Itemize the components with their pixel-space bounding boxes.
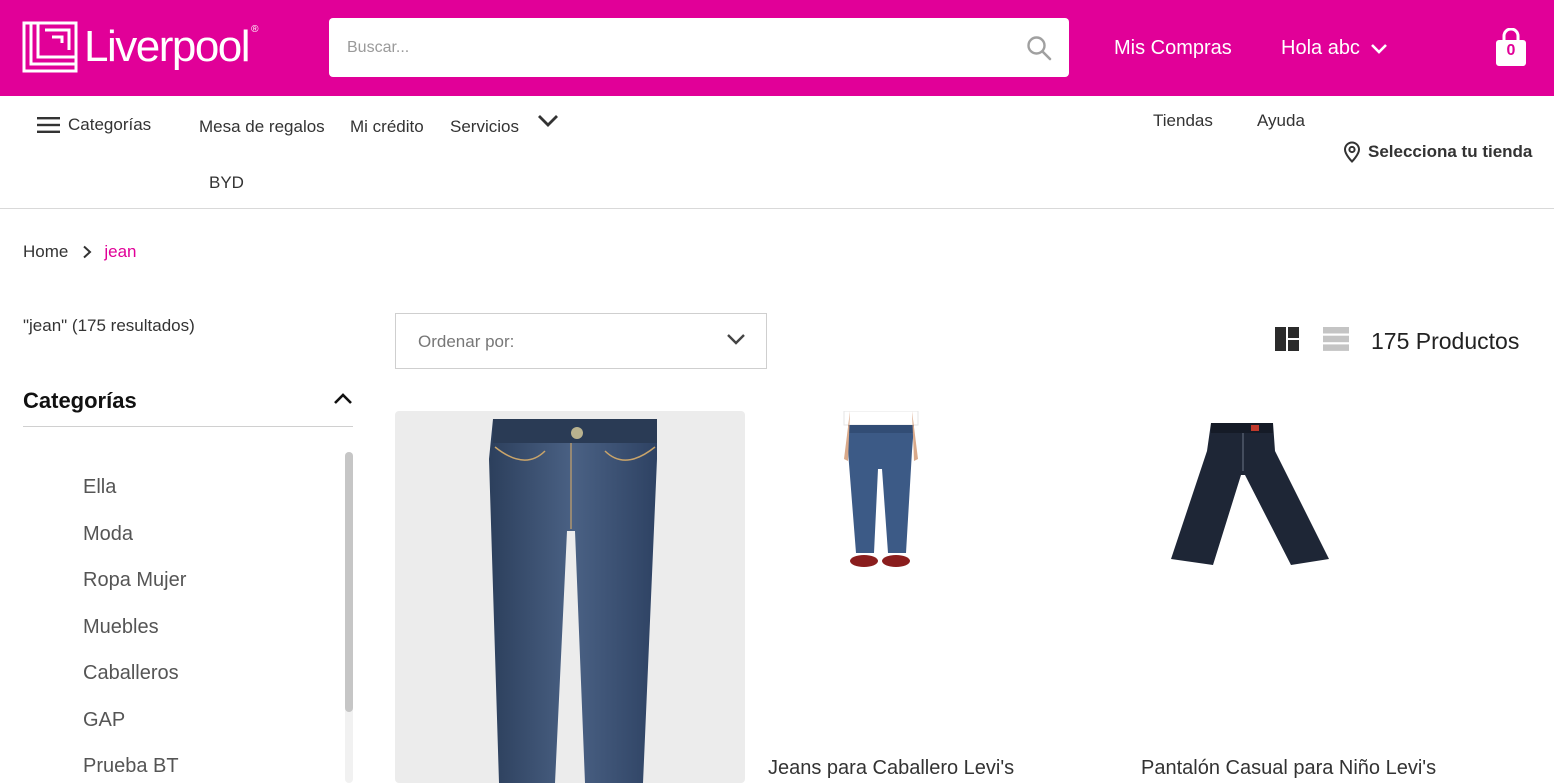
products-count-label: Productos: [1415, 328, 1520, 354]
account-menu[interactable]: Hola abc: [1281, 37, 1388, 60]
sort-dropdown[interactable]: Ordenar por:: [395, 313, 767, 369]
chevron-right-icon: [82, 245, 92, 259]
product-image[interactable]: [1141, 411, 1491, 783]
categories-menu-label: Categorías: [68, 115, 152, 134]
mis-compras-link[interactable]: Mis Compras: [1114, 37, 1232, 60]
breadcrumb-current: jean: [104, 242, 137, 261]
categories-filter-header[interactable]: Categorías: [23, 386, 353, 427]
liverpool-logo[interactable]: Liverpool ®: [22, 18, 258, 76]
category-item-caballeros[interactable]: Caballeros: [83, 661, 186, 708]
chevron-down-icon[interactable]: [536, 113, 560, 129]
top-header: Liverpool ® Mis Compras Hola abc 0: [0, 0, 1554, 96]
ayuda-link[interactable]: Ayuda: [1257, 111, 1305, 131]
product-card[interactable]: Jeans para Caballero Levi's: [768, 410, 1118, 783]
store-selector-label: Selecciona tu tienda: [1368, 142, 1533, 161]
product-card[interactable]: [395, 411, 745, 783]
categories-filter-title: Categorías: [23, 388, 137, 413]
products-count: 175 Productos: [1371, 328, 1519, 355]
store-selector[interactable]: Selecciona tu tienda: [1343, 141, 1532, 163]
tiendas-link[interactable]: Tiendas: [1153, 111, 1213, 131]
location-pin-icon: [1343, 141, 1361, 163]
category-item-prueba-bt[interactable]: Prueba BT: [83, 754, 186, 783]
hamburger-menu-icon: [37, 117, 60, 133]
man-wearing-straight-jeans-image: [843, 410, 919, 567]
product-title[interactable]: Pantalón Casual para Niño Levi's: [1141, 757, 1436, 780]
category-item-moda[interactable]: Moda: [83, 522, 186, 569]
categories-scrollbar-thumb[interactable]: [345, 452, 353, 712]
brand-name: Liverpool: [84, 22, 251, 71]
product-image[interactable]: [395, 411, 745, 783]
nav-link-servicios[interactable]: Servicios: [450, 117, 519, 137]
shopping-bag-button[interactable]: 0: [1494, 27, 1528, 68]
search-icon[interactable]: [1025, 34, 1053, 62]
cart-count-badge: 0: [1506, 42, 1516, 59]
chevron-down-icon: [727, 334, 745, 345]
search-bar: [329, 18, 1069, 77]
account-greeting: Hola abc: [1281, 37, 1360, 59]
liverpool-logo-icon: [22, 21, 78, 73]
category-item-muebles[interactable]: Muebles: [83, 615, 186, 662]
categories-menu-button[interactable]: Categorías: [37, 115, 151, 135]
sort-dropdown-label: Ordenar por:: [418, 332, 515, 351]
chevron-up-icon: [334, 393, 352, 404]
categories-filter-list: Ella Moda Ropa Mujer Muebles Caballeros …: [83, 475, 186, 783]
search-result-summary: "jean" (175 resultados): [23, 316, 195, 335]
kids-dark-bootcut-jeans-image: [1171, 423, 1329, 565]
category-item-ropa-mujer[interactable]: Ropa Mujer: [83, 568, 186, 615]
list-view-icon[interactable]: [1323, 327, 1349, 351]
dark-wash-skinny-jeans-image: [489, 419, 657, 783]
product-image[interactable]: [768, 410, 1118, 783]
nav-link-mesa-de-regalos[interactable]: Mesa de regalos: [199, 117, 325, 137]
secondary-nav: Categorías Mesa de regalos Mi crédito Se…: [0, 96, 1554, 209]
grid-view-icon[interactable]: [1275, 327, 1299, 351]
search-input[interactable]: [329, 18, 1009, 77]
product-card[interactable]: Pantalón Casual para Niño Levi's: [1141, 411, 1491, 783]
breadcrumb-home[interactable]: Home: [23, 242, 68, 262]
product-title[interactable]: Jeans para Caballero Levi's: [768, 757, 1014, 780]
nav-link-mi-credito[interactable]: Mi crédito: [350, 117, 424, 137]
category-item-ella[interactable]: Ella: [83, 475, 186, 522]
category-item-gap[interactable]: GAP: [83, 708, 186, 755]
registered-mark: ®: [251, 23, 259, 35]
chevron-down-icon: [1371, 43, 1387, 54]
nav-link-byd[interactable]: BYD: [209, 173, 244, 193]
breadcrumb: Home jean: [23, 242, 137, 262]
products-count-number: 175: [1371, 328, 1410, 354]
